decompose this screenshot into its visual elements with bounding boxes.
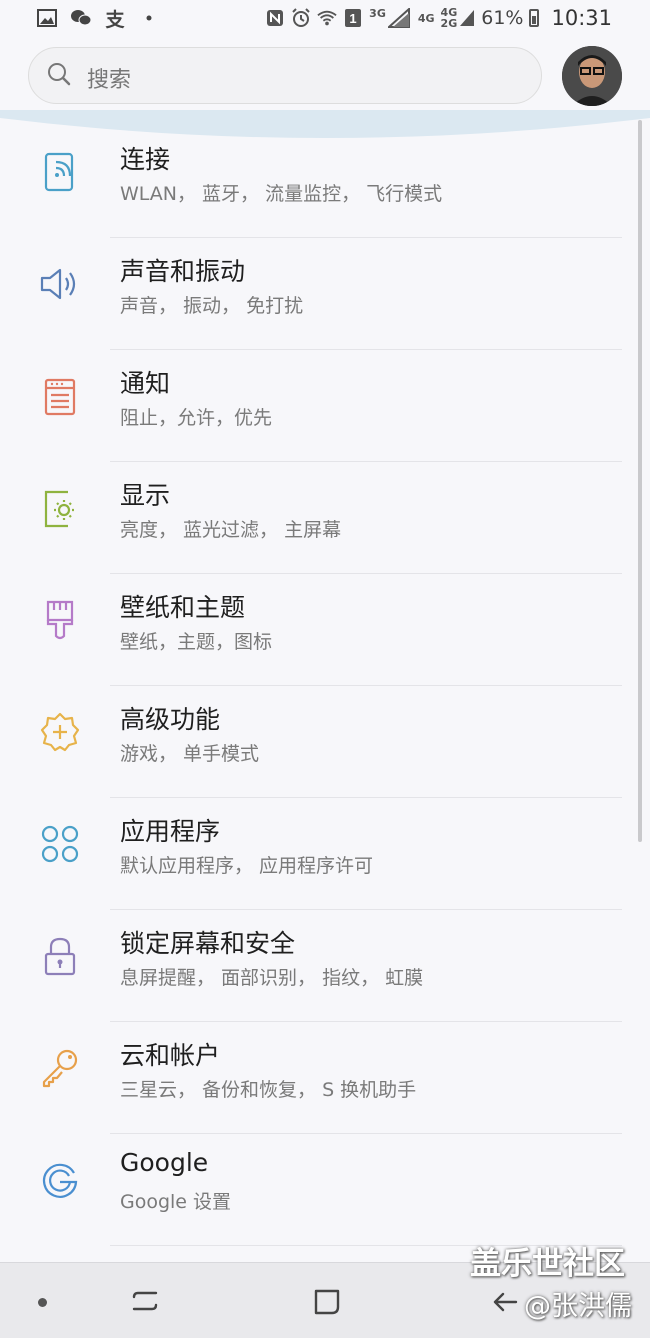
- alarm-icon: [291, 7, 311, 29]
- display-icon: [44, 490, 74, 528]
- settings-item-title: 云和帐户: [120, 1041, 221, 1070]
- scrollbar[interactable]: [638, 120, 642, 842]
- battery-icon: [529, 9, 540, 27]
- settings-item-advanced[interactable]: 高级功能 游戏， 单手模式: [0, 686, 650, 798]
- clock: 10:31: [551, 6, 612, 30]
- settings-item-lock-security[interactable]: 锁定屏幕和安全 息屏提醒， 面部识别， 指纹， 虹膜: [0, 910, 650, 1022]
- nav-dot-icon[interactable]: [38, 1298, 47, 1307]
- battery-percent: 61%: [481, 7, 524, 29]
- settings-item-apps[interactable]: 应用程序 默认应用程序， 应用程序许可: [0, 798, 650, 910]
- watermark-author: @张洪儒: [524, 1291, 632, 1322]
- 3g-signal-icon: 3G: [369, 8, 410, 28]
- 4g-icon: 4G: [417, 11, 435, 25]
- back-icon[interactable]: [490, 1287, 520, 1317]
- settings-item-cloud-accounts[interactable]: 云和帐户 三星云， 备份和恢复， S 换机助手: [0, 1022, 650, 1134]
- settings-item-sound[interactable]: 声音和振动 声音， 振动， 免打扰: [0, 238, 650, 350]
- search-input[interactable]: 搜索: [28, 47, 542, 104]
- settings-item-title: 声音和振动: [120, 257, 246, 286]
- 3g-label: 3G: [369, 7, 386, 20]
- settings-item-subtitle: 亮度， 蓝光过滤， 主屏幕: [120, 519, 342, 541]
- settings-item-subtitle: 默认应用程序， 应用程序许可: [120, 855, 374, 877]
- settings-item-title: 锁定屏幕和安全: [120, 929, 296, 958]
- settings-item-title: Google: [120, 1148, 209, 1177]
- settings-item-wallpaper[interactable]: 壁纸和主题 壁纸，主题，图标: [0, 574, 650, 686]
- alipay-icon: 支: [105, 8, 125, 31]
- status-bar: 支 1 3G 4G 4G 2G 61% 10:31: [0, 0, 650, 38]
- dot-icon: [138, 8, 160, 28]
- notification-icon: [44, 378, 76, 416]
- search-icon: [48, 63, 71, 86]
- settings-item-subtitle: 三星云， 备份和恢复， S 换机助手: [120, 1079, 417, 1101]
- settings-item-notifications[interactable]: 通知 阻止，允许，优先: [0, 350, 650, 462]
- wifi-icon: [317, 7, 337, 29]
- settings-item-display[interactable]: 显示 亮度， 蓝光过滤， 主屏幕: [0, 462, 650, 574]
- 4g-2g-signal-icon: 4G 2G: [441, 7, 476, 29]
- settings-item-google[interactable]: Google Google 设置: [0, 1134, 650, 1246]
- 2g-bottom-label: 2G: [440, 17, 458, 30]
- google-icon: [42, 1163, 78, 1198]
- lock-icon: [44, 937, 76, 976]
- settings-item-subtitle: Google 设置: [120, 1191, 232, 1213]
- gallery-icon: [36, 8, 58, 28]
- sim1-icon: 1: [343, 7, 363, 29]
- key-icon: [42, 1049, 78, 1088]
- settings-item-title: 显示: [120, 481, 171, 510]
- advanced-features-icon: [40, 712, 80, 752]
- wechat-icon: [70, 8, 92, 28]
- settings-item-title: 壁纸和主题: [120, 593, 246, 622]
- home-icon[interactable]: [312, 1287, 342, 1317]
- nfc-icon: [265, 7, 285, 29]
- settings-item-title: 通知: [120, 369, 171, 398]
- settings-item-subtitle: 阻止，允许，优先: [120, 407, 273, 429]
- settings-item-subtitle: 息屏提醒， 面部识别， 指纹， 虹膜: [120, 967, 424, 989]
- settings-item-subtitle: 声音， 振动， 免打扰: [120, 295, 304, 317]
- sound-icon: [40, 268, 76, 300]
- recent-apps-icon[interactable]: [130, 1287, 160, 1315]
- svg-text:1: 1: [350, 11, 357, 26]
- settings-item-subtitle: 游戏， 单手模式: [120, 743, 260, 765]
- settings-item-title: 连接: [120, 145, 171, 174]
- settings-list: 连接 WLAN， 蓝牙， 流量监控， 飞行模式 声音和振动 声音， 振动， 免打…: [0, 126, 650, 1246]
- apps-icon: [41, 825, 79, 863]
- watermark-title: 盖乐世社区: [470, 1246, 625, 1282]
- settings-item-title: 高级功能: [120, 705, 221, 734]
- settings-item-title: 应用程序: [120, 817, 221, 846]
- connections-icon: [44, 152, 74, 192]
- settings-item-connections[interactable]: 连接 WLAN， 蓝牙， 流量监控， 飞行模式: [0, 126, 650, 238]
- settings-item-subtitle: WLAN， 蓝牙， 流量监控， 飞行模式: [120, 183, 443, 205]
- wallpaper-icon: [46, 600, 74, 640]
- settings-item-subtitle: 壁纸，主题，图标: [120, 631, 273, 653]
- avatar[interactable]: [562, 46, 622, 106]
- search-placeholder: 搜索: [87, 68, 132, 93]
